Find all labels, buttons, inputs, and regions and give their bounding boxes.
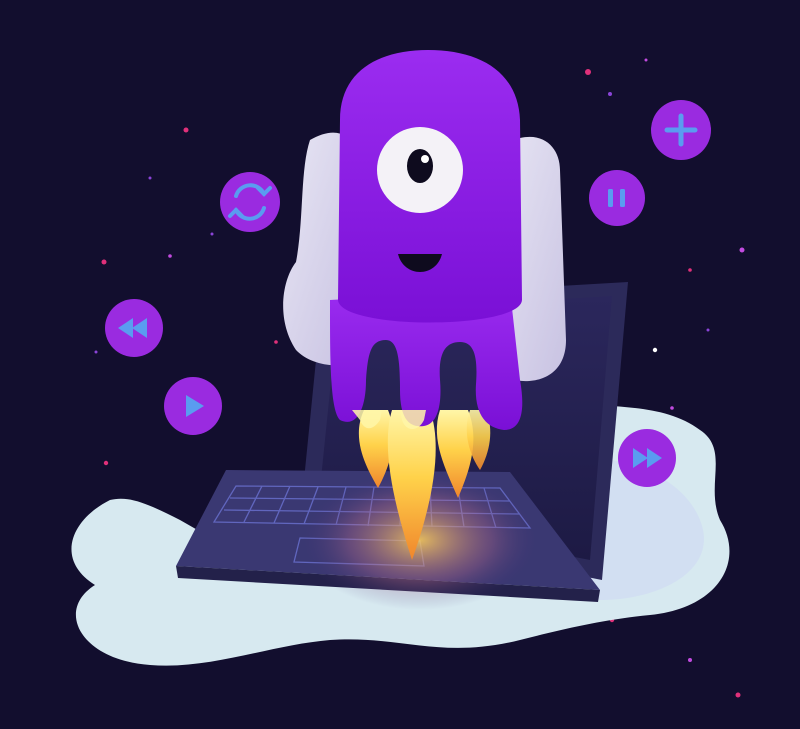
play-button[interactable] — [164, 377, 222, 435]
refresh-button[interactable] — [220, 172, 280, 232]
illustration — [71, 50, 745, 698]
add-button[interactable] — [651, 100, 711, 160]
fast-forward-button[interactable] — [618, 429, 676, 487]
rewind-button[interactable] — [105, 299, 163, 357]
eye — [377, 127, 463, 213]
pause-button[interactable] — [589, 170, 645, 226]
